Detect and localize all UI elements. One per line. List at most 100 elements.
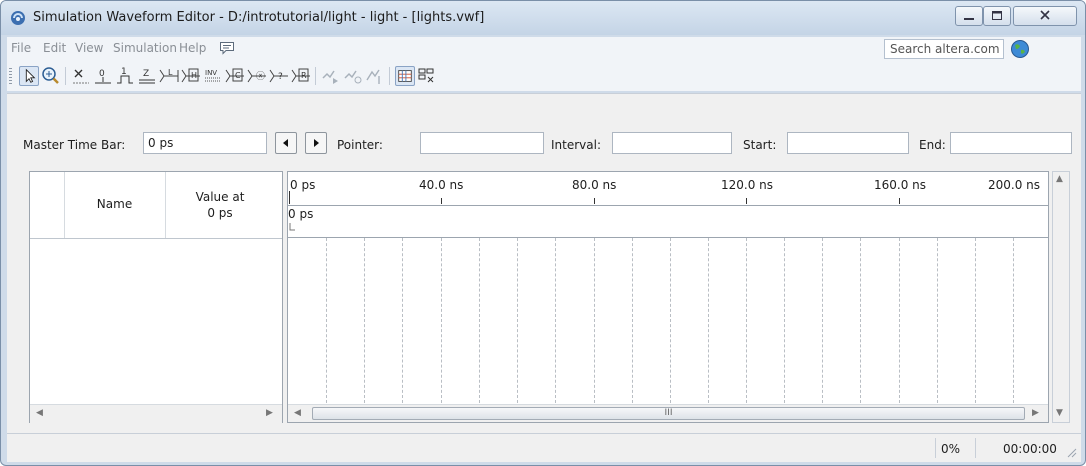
svg-text:ⓧ: ⓧ: [256, 71, 265, 82]
scroll-left-icon[interactable]: ◀: [294, 408, 301, 418]
grid-line: [402, 238, 403, 403]
reverse-icon[interactable]: R: [291, 66, 311, 86]
minimize-button[interactable]: [955, 6, 983, 26]
run-functional-simulation-icon[interactable]: [321, 66, 341, 86]
grid-line: [975, 238, 976, 403]
master-time-bar-label: Master Time Bar:: [23, 138, 126, 152]
pointer-input[interactable]: [420, 132, 544, 154]
zoom-tool-icon[interactable]: [41, 66, 61, 86]
speech-bubble-icon[interactable]: [219, 41, 235, 55]
toolbar-grip[interactable]: [9, 68, 12, 84]
menu-help[interactable]: Help: [179, 41, 206, 55]
cursor-row[interactable]: 0 ps: [288, 205, 1048, 238]
force-high-impedance-icon[interactable]: Z: [137, 66, 157, 86]
scroll-up-icon[interactable]: ▲: [1056, 174, 1063, 184]
minimize-icon: [964, 18, 974, 20]
progress-percent: 0%: [941, 442, 961, 456]
ruler-label-2: 80.0 ns: [572, 178, 617, 192]
menu-file[interactable]: File: [11, 41, 31, 55]
start-input[interactable]: [787, 132, 909, 154]
status-bar: 0% 00:00:00: [7, 433, 1081, 462]
invert-icon[interactable]: INV: [203, 66, 223, 86]
menu-view[interactable]: View: [75, 41, 103, 55]
netlist-icon[interactable]: [365, 66, 385, 86]
name-column-header[interactable]: Name: [64, 172, 166, 238]
scroll-right-icon[interactable]: ▶: [266, 408, 273, 418]
svg-text:L: L: [168, 68, 173, 77]
signal-select-column[interactable]: [30, 172, 65, 238]
selection-tool-icon[interactable]: [19, 66, 39, 86]
grid-line: [708, 238, 709, 403]
ruler-label-0: 0 ps: [290, 178, 316, 192]
waveform-grid[interactable]: [288, 238, 1048, 408]
maximize-icon: [992, 11, 1002, 20]
svg-text:?: ?: [278, 72, 283, 82]
resize-grip-icon[interactable]: [1067, 448, 1077, 458]
scroll-right-icon[interactable]: ▶: [1032, 408, 1039, 418]
svg-text:H: H: [191, 71, 197, 80]
scroll-down-icon[interactable]: ▼: [1056, 408, 1063, 418]
sort-icon[interactable]: [417, 66, 437, 86]
grid-line: [899, 238, 900, 403]
grid-line: [594, 238, 595, 403]
master-time-bar-input[interactable]: 0 ps: [143, 132, 267, 154]
force-weak-high-icon[interactable]: H: [181, 66, 201, 86]
end-input[interactable]: [950, 132, 1072, 154]
grid-line: [441, 238, 442, 403]
toolbar-separator: [65, 67, 66, 85]
maximize-button[interactable]: [983, 6, 1011, 26]
overwrite-clock-icon[interactable]: ⓧ: [247, 66, 267, 86]
close-icon: [1040, 10, 1050, 20]
interval-label: Interval:: [551, 138, 601, 152]
force-high-icon[interactable]: 1: [115, 66, 135, 86]
grid-line: [860, 238, 861, 403]
value-header-label: Value at: [195, 190, 245, 204]
scroll-thumb[interactable]: III: [312, 407, 1025, 420]
force-low-icon[interactable]: 0: [93, 66, 113, 86]
run-timing-simulation-icon[interactable]: [343, 66, 363, 86]
ruler-label-1: 40.0 ns: [419, 178, 464, 192]
signal-list-hscroll[interactable]: ◀ ▶: [30, 404, 282, 423]
ruler-tick-major: [289, 191, 290, 204]
search-input[interactable]: Search altera.com: [884, 39, 1004, 59]
value-column-header[interactable]: Value at 0 ps: [170, 189, 270, 221]
random-values-icon[interactable]: ?: [269, 66, 289, 86]
menu-simulation[interactable]: Simulation: [113, 41, 177, 55]
ruler-tick: [746, 198, 747, 204]
status-separator: [935, 438, 936, 458]
previous-transition-button[interactable]: [275, 132, 297, 154]
force-unknown-icon[interactable]: [71, 66, 91, 86]
editor-content: Master Time Bar: 0 ps Pointer: Interval:…: [7, 93, 1081, 460]
next-transition-button[interactable]: [305, 132, 327, 154]
force-weak-low-icon[interactable]: L: [159, 66, 179, 86]
waveform-toolbar: 0 1 Z L H INV C ⓧ ? R: [7, 61, 1081, 91]
cursor-marker-icon[interactable]: [289, 222, 297, 232]
signal-list-panel: Name Value at 0 ps ◀ ▶: [29, 171, 283, 423]
menu-edit[interactable]: Edit: [43, 41, 66, 55]
grid-line: [746, 238, 747, 403]
svg-text:INV: INV: [205, 69, 217, 77]
svg-text:C: C: [235, 71, 241, 80]
title-bar[interactable]: Simulation Waveform Editor - D:/introtut…: [1, 1, 1085, 35]
ruler-tick: [441, 198, 442, 204]
interval-input[interactable]: [612, 132, 732, 154]
name-header-label: Name: [96, 197, 133, 211]
grid-line: [937, 238, 938, 403]
waveform-vscroll[interactable]: ▲ ▼: [1052, 171, 1070, 423]
svg-text:Z: Z: [143, 69, 149, 79]
svg-text:R: R: [301, 71, 307, 80]
scroll-left-icon[interactable]: ◀: [36, 408, 43, 418]
close-button[interactable]: [1013, 6, 1077, 26]
time-ruler[interactable]: 0 ps 40.0 ns 80.0 ns 120.0 ns 160.0 ns 2…: [288, 172, 1048, 206]
snap-to-grid-icon[interactable]: [395, 66, 415, 86]
status-separator: [975, 438, 976, 458]
pointer-label: Pointer:: [337, 138, 383, 152]
count-value-icon[interactable]: C: [225, 66, 245, 86]
ruler-tick: [594, 198, 595, 204]
grid-line: [1013, 238, 1014, 403]
waveform-hscroll[interactable]: ◀ III ▶: [288, 404, 1048, 422]
ruler-tick: [899, 198, 900, 204]
globe-icon[interactable]: [1010, 39, 1030, 59]
window-title: Simulation Waveform Editor - D:/introtut…: [33, 10, 485, 25]
waveform-panel[interactable]: 0 ps 40.0 ns 80.0 ns 120.0 ns 160.0 ns 2…: [287, 171, 1049, 423]
